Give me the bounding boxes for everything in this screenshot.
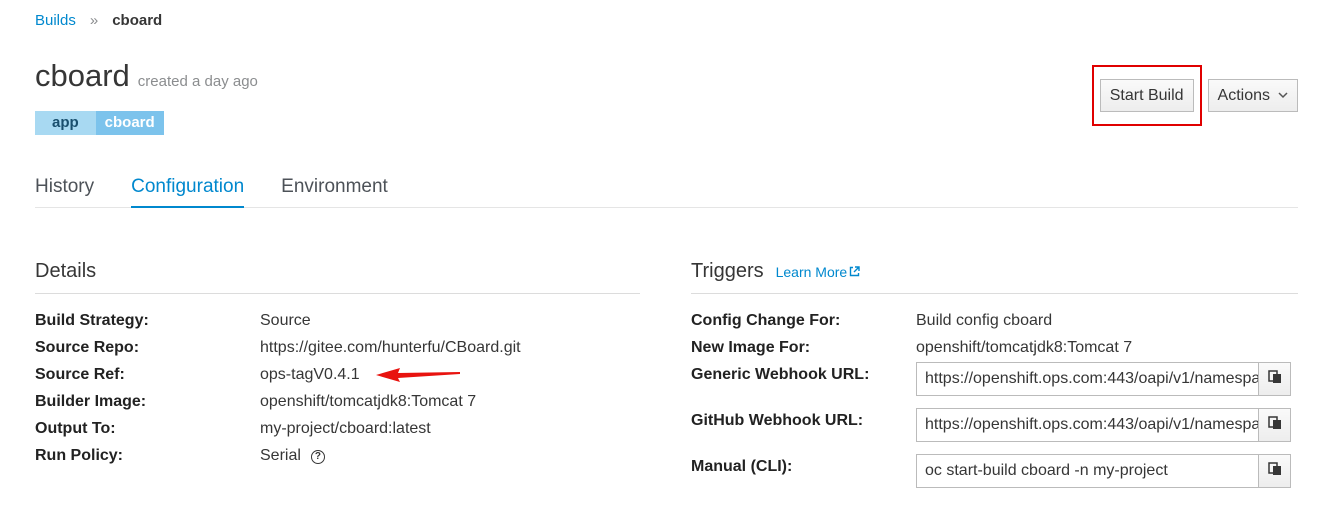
copy-generic-webhook-button[interactable] bbox=[1259, 362, 1291, 396]
created-timestamp: created a day ago bbox=[137, 73, 258, 90]
detail-value: openshift/tomcatjdk8:Tomcat 7 bbox=[260, 393, 477, 410]
clipboard-icon bbox=[1267, 369, 1282, 389]
trigger-value: Build config cboard bbox=[916, 312, 1053, 329]
tab-bar: History Configuration Environment bbox=[35, 174, 1298, 208]
breadcrumb: Builds » cboard bbox=[35, 12, 162, 29]
copy-manual-cli-button[interactable] bbox=[1259, 454, 1291, 488]
detail-term: Source Ref: bbox=[35, 366, 125, 383]
detail-value: Source bbox=[260, 312, 311, 329]
triggers-section-header: Triggers Learn More bbox=[691, 260, 1298, 294]
trigger-term: Manual (CLI): bbox=[691, 458, 793, 475]
label-value[interactable]: cboard bbox=[95, 111, 164, 135]
trigger-term: Generic Webhook URL: bbox=[691, 366, 870, 383]
copy-github-webhook-button[interactable] bbox=[1259, 408, 1291, 442]
generic-webhook-url-field[interactable]: https://openshift.ops.com:443/oapi/v1/na… bbox=[916, 362, 1259, 396]
details-section-header: Details bbox=[35, 260, 640, 294]
tab-environment[interactable]: Environment bbox=[281, 174, 388, 208]
detail-value: ops-tagV0.4.1 bbox=[260, 366, 360, 383]
label-badge[interactable]: app cboard bbox=[35, 111, 164, 135]
run-policy-value-wrap: Serial? bbox=[260, 447, 325, 465]
breadcrumb-separator: » bbox=[89, 12, 99, 29]
annotation-arrow-icon bbox=[376, 368, 460, 382]
trigger-term: GitHub Webhook URL: bbox=[691, 412, 864, 429]
question-circle-icon[interactable]: ? bbox=[310, 450, 325, 464]
actions-dropdown-button[interactable]: Actions bbox=[1207, 79, 1298, 112]
trigger-term: New Image For: bbox=[691, 339, 811, 356]
page-header: cboard created a day ago bbox=[35, 58, 258, 94]
detail-term: Output To: bbox=[35, 420, 116, 437]
details-title: Details bbox=[35, 260, 97, 282]
triggers-title: Triggers bbox=[691, 260, 764, 282]
trigger-value: openshift/tomcatjdk8:Tomcat 7 bbox=[916, 339, 1133, 356]
label-key[interactable]: app bbox=[35, 111, 96, 135]
external-link-icon bbox=[849, 266, 860, 280]
output-to-link[interactable]: my-project/cboard:latest bbox=[260, 420, 431, 438]
trigger-term: Config Change For: bbox=[691, 312, 841, 329]
actions-label: Actions bbox=[1217, 86, 1270, 104]
manual-cli-field[interactable]: oc start-build cboard -n my-project bbox=[916, 454, 1259, 488]
breadcrumb-builds-link[interactable]: Builds bbox=[35, 12, 76, 29]
page-title: cboard bbox=[35, 58, 130, 93]
detail-term: Run Policy: bbox=[35, 447, 124, 464]
learn-more-label: Learn More bbox=[775, 264, 848, 280]
tab-configuration[interactable]: Configuration bbox=[131, 174, 245, 208]
detail-value: Serial bbox=[260, 447, 301, 464]
caret-down-icon bbox=[1278, 90, 1288, 102]
breadcrumb-current: cboard bbox=[112, 12, 163, 29]
header-actions: Start Build Actions bbox=[1091, 65, 1298, 126]
details-list: Build Strategy: Source Source Repo: http… bbox=[35, 312, 640, 492]
detail-term: Build Strategy: bbox=[35, 312, 149, 329]
generic-webhook-group: https://openshift.ops.com:443/oapi/v1/na… bbox=[916, 362, 1291, 396]
manual-cli-group: oc start-build cboard -n my-project bbox=[916, 454, 1291, 488]
tab-history[interactable]: History bbox=[35, 174, 94, 208]
clipboard-icon bbox=[1267, 461, 1282, 481]
source-repo-link[interactable]: https://gitee.com/hunterfu/CBoard.git bbox=[260, 339, 521, 357]
learn-more-link[interactable]: Learn More bbox=[776, 264, 861, 280]
clipboard-icon bbox=[1267, 415, 1282, 435]
github-webhook-group: https://openshift.ops.com:443/oapi/v1/na… bbox=[916, 408, 1291, 442]
start-build-button[interactable]: Start Build bbox=[1099, 79, 1194, 112]
github-webhook-url-field[interactable]: https://openshift.ops.com:443/oapi/v1/na… bbox=[916, 408, 1259, 442]
detail-term: Builder Image: bbox=[35, 393, 147, 410]
detail-term: Source Repo: bbox=[35, 339, 140, 356]
start-build-highlight-box: Start Build bbox=[1091, 65, 1202, 126]
